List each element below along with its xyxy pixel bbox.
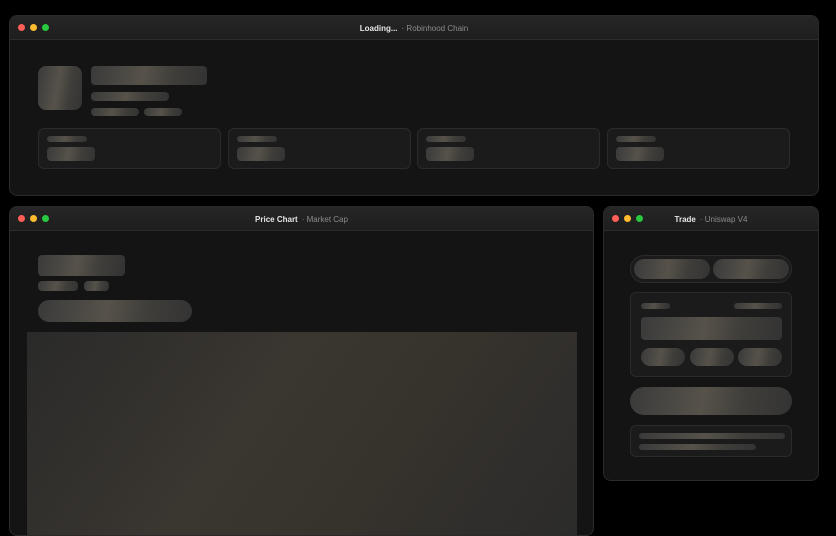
stat-card bbox=[607, 128, 790, 169]
sell-tab-placeholder[interactable] bbox=[713, 259, 789, 279]
stat-label-placeholder bbox=[47, 136, 87, 142]
trade-button-placeholder[interactable] bbox=[630, 387, 792, 415]
price-value-placeholder bbox=[38, 255, 125, 276]
amount-input-placeholder[interactable] bbox=[641, 317, 782, 340]
detail-line-placeholder bbox=[639, 433, 785, 439]
stat-label-placeholder bbox=[616, 136, 656, 142]
stat-value-placeholder bbox=[616, 147, 664, 161]
window-title-sub: · Robinhood Chain bbox=[401, 23, 469, 33]
price-period-placeholder bbox=[84, 281, 109, 291]
window-title: Loading... · Robinhood Chain bbox=[10, 16, 818, 40]
preset-amount-placeholder[interactable] bbox=[738, 348, 782, 366]
titlebar: Loading... · Robinhood Chain bbox=[10, 16, 818, 40]
window-title: Price Chart · Market Cap bbox=[10, 207, 593, 231]
window-title-main: Price Chart bbox=[255, 214, 298, 224]
preset-amount-placeholder[interactable] bbox=[690, 348, 734, 366]
stat-value-placeholder bbox=[47, 147, 95, 161]
stat-value-placeholder bbox=[426, 147, 474, 161]
buy-sell-toggle bbox=[630, 255, 792, 283]
token-header-window: Loading... · Robinhood Chain bbox=[9, 15, 819, 196]
trade-details-card bbox=[630, 425, 792, 457]
token-meta-placeholder-2 bbox=[144, 108, 182, 116]
titlebar: Price Chart · Market Cap bbox=[10, 207, 593, 231]
buy-tab-placeholder[interactable] bbox=[634, 259, 710, 279]
stat-card bbox=[228, 128, 411, 169]
token-meta-placeholder-1 bbox=[91, 108, 139, 116]
window-title-main: Loading... bbox=[359, 23, 398, 33]
token-name-placeholder bbox=[91, 66, 207, 85]
amount-label-placeholder bbox=[641, 303, 670, 309]
stat-card bbox=[417, 128, 600, 169]
chart-canvas-placeholder[interactable] bbox=[27, 332, 577, 535]
stat-label-placeholder bbox=[237, 136, 277, 142]
balance-placeholder bbox=[734, 303, 782, 309]
price-chart-window: Price Chart · Market Cap bbox=[9, 206, 594, 536]
window-title-main: Trade bbox=[674, 214, 696, 224]
token-logo-placeholder bbox=[38, 66, 82, 110]
window-title: Trade · Uniswap V4 bbox=[604, 207, 818, 231]
trade-window: Trade · Uniswap V4 bbox=[603, 206, 819, 481]
window-title-sub: · Market Cap bbox=[301, 214, 348, 224]
stat-card bbox=[38, 128, 221, 169]
token-symbol-placeholder bbox=[91, 92, 169, 101]
titlebar: Trade · Uniswap V4 bbox=[604, 207, 818, 231]
preset-amount-placeholder[interactable] bbox=[641, 348, 685, 366]
window-title-sub: · Uniswap V4 bbox=[699, 214, 748, 224]
price-change-placeholder bbox=[38, 281, 78, 291]
detail-line-placeholder bbox=[639, 444, 756, 450]
stat-label-placeholder bbox=[426, 136, 466, 142]
amount-input-card bbox=[630, 292, 792, 377]
timeframe-selector-placeholder[interactable] bbox=[38, 300, 192, 322]
stat-value-placeholder bbox=[237, 147, 285, 161]
